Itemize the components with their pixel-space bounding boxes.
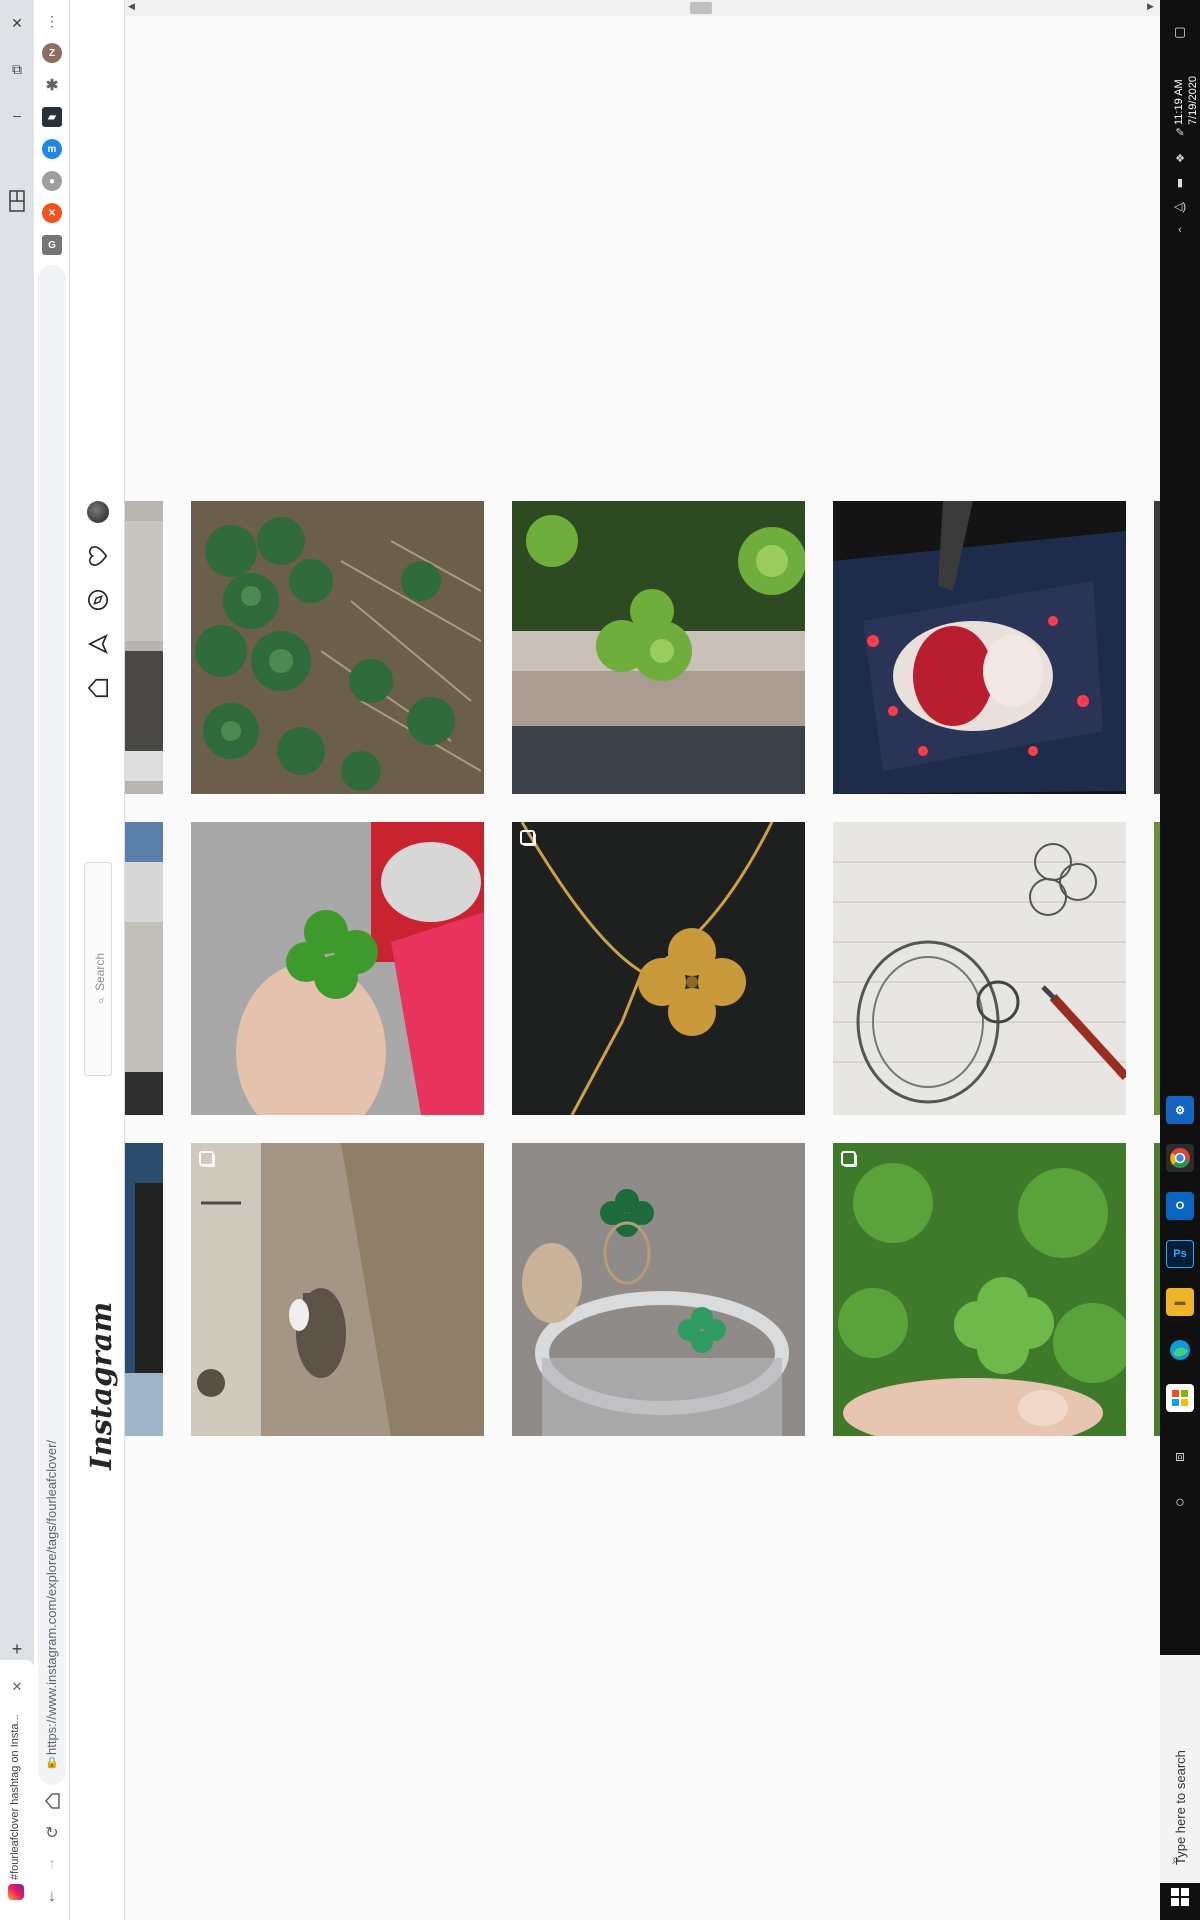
post-clover-held-greenery[interactable] <box>833 1143 1126 1436</box>
back-icon[interactable]: ↓ <box>41 1886 63 1908</box>
post-clover-patch[interactable] <box>191 501 484 794</box>
clock-date: 7/19/2020 <box>1187 76 1199 125</box>
instagram-logo[interactable]: Instagram <box>84 1302 118 1470</box>
taskbar-search-placeholder: Type here to search <box>1173 1750 1188 1865</box>
reload-icon[interactable]: ↻ <box>41 1822 63 1844</box>
extensions-icon[interactable]: ✱ <box>42 75 62 95</box>
new-tab-button[interactable]: + <box>6 1638 28 1660</box>
edge-icon[interactable] <box>1166 1336 1194 1364</box>
post-watch-sketch[interactable] <box>833 822 1126 1115</box>
post-clover-in-planter[interactable] <box>512 501 805 794</box>
lock-icon[interactable]: 🔒 <box>45 1756 59 1769</box>
post-gold-clover-necklace[interactable] <box>512 822 805 1115</box>
direct-message-icon[interactable] <box>85 631 111 657</box>
scroll-left-icon[interactable]: ◀ <box>128 1 135 12</box>
tab-title: #fourleafclover hashtag on Insta... <box>9 1714 21 1880</box>
instagram-icon <box>8 1884 24 1900</box>
post-clover-in-hand[interactable] <box>191 822 484 1115</box>
windows-start-icon[interactable] <box>1171 1888 1189 1906</box>
taskbar-search-box[interactable]: Type here to search ⌕ <box>1160 1655 1200 1883</box>
profile-avatar[interactable] <box>87 501 109 523</box>
settings-app-icon[interactable]: ⚙ <box>1166 1096 1194 1124</box>
tab-close-icon[interactable]: ✕ <box>8 1678 26 1696</box>
battery-icon[interactable]: ▮ <box>1170 176 1190 192</box>
dropbox-icon[interactable]: ❖ <box>1170 152 1190 168</box>
multiple-photos-icon <box>520 830 535 845</box>
home-button-icon[interactable] <box>41 1790 63 1812</box>
profile-avatar[interactable]: Z <box>42 43 62 63</box>
post-anime-drawing-tablet[interactable] <box>833 501 1126 794</box>
multiple-photos-icon <box>841 1151 856 1166</box>
activity-heart-icon[interactable] <box>85 543 111 569</box>
post-partial[interactable] <box>125 822 163 1115</box>
explore-tag-content: ◀ ▶ <box>125 0 1160 1920</box>
extension-g-icon[interactable]: G <box>42 235 62 255</box>
search-placeholder: ⌕ Search <box>93 953 107 1007</box>
microsoft-store-icon[interactable] <box>1166 1384 1194 1412</box>
multiple-photos-icon <box>199 1151 214 1166</box>
post-horse-rider-field[interactable] <box>191 1143 484 1436</box>
action-center-icon[interactable]: ▢ <box>1170 24 1190 40</box>
chrome-icon[interactable] <box>1166 1144 1194 1172</box>
explore-compass-icon[interactable] <box>85 587 111 613</box>
browser-tab-strip: ✕ ⧉ – + ✕ #fourleafclover hashtag on Ins… <box>0 0 34 1920</box>
post-partial[interactable] <box>125 501 163 794</box>
windows-taskbar: ▢ 11:19 AM 7/19/2020 ✎ ❖ ▮ ◁) ‹ ⚙ O Ps ▬… <box>1160 0 1200 1920</box>
url-text[interactable]: https://www.instagram.com/explore/tags/f… <box>44 1395 59 1755</box>
search-icon: ⌕ <box>1172 1851 1180 1867</box>
search-icon: ⌕ <box>93 991 107 1007</box>
show-hidden-icons-chevron-icon[interactable]: ‹ <box>1170 224 1190 240</box>
task-view-icon[interactable]: ⧈ <box>1170 1448 1190 1465</box>
search-input[interactable]: ⌕ Search <box>84 862 112 1076</box>
clock-time: 11:19 AM <box>1173 79 1185 125</box>
tab-search-icon[interactable] <box>0 186 34 216</box>
clock[interactable]: 11:19 AM 7/19/2020 <box>1172 55 1200 125</box>
post-green-clover-earrings[interactable] <box>512 1143 805 1436</box>
file-explorer-icon[interactable]: ▬ <box>1166 1288 1194 1316</box>
language-icon[interactable]: ✎ <box>1170 126 1190 142</box>
photoshop-icon[interactable]: Ps <box>1166 1240 1194 1268</box>
home-icon[interactable] <box>85 675 111 701</box>
menu-dots-icon[interactable]: ⋮ <box>41 10 63 32</box>
outlook-icon[interactable]: O <box>1166 1192 1194 1220</box>
extension-blue-icon[interactable]: m <box>42 139 62 159</box>
horizontal-scrollbar[interactable]: ◀ ▶ <box>125 0 1160 16</box>
close-window-icon[interactable]: ✕ <box>0 8 34 38</box>
forward-icon[interactable]: ↑ <box>41 1854 63 1876</box>
extension-orange-icon[interactable]: ✕ <box>42 203 62 223</box>
post-partial[interactable] <box>125 1143 163 1436</box>
minimize-window-icon[interactable]: – <box>0 100 34 130</box>
extension-circle-icon[interactable]: ● <box>42 171 62 191</box>
restore-window-icon[interactable]: ⧉ <box>0 54 34 84</box>
extension-chart-icon[interactable]: ▰ <box>42 107 62 127</box>
cortana-icon[interactable]: ○ <box>1170 1494 1190 1511</box>
scrollbar-thumb[interactable] <box>690 2 712 14</box>
browser-toolbar: ⋮ Z ✱ ▰ m ● ✕ G https://www.instagram.co… <box>34 0 70 1920</box>
volume-icon[interactable]: ◁) <box>1170 200 1190 216</box>
scroll-right-icon[interactable]: ▶ <box>1147 1 1154 12</box>
